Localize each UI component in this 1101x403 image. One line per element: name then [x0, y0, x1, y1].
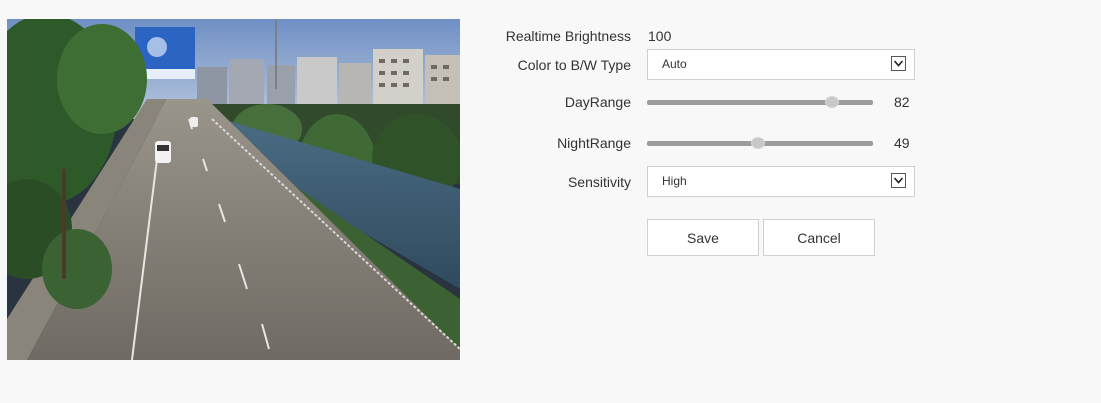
night-range-label: NightRange	[557, 135, 631, 151]
night-range-thumb[interactable]	[750, 137, 765, 149]
day-range-slider[interactable]	[647, 96, 873, 108]
night-range-row: NightRange 49	[460, 126, 960, 160]
night-range-value: 49	[894, 135, 910, 151]
street-scene-image	[7, 19, 460, 360]
color-bw-type-label: Color to B/W Type	[517, 57, 631, 73]
day-range-thumb[interactable]	[825, 96, 840, 108]
color-bw-type-row: Color to B/W Type Auto	[460, 48, 960, 82]
day-range-label: DayRange	[564, 94, 631, 110]
night-range-slider[interactable]	[647, 137, 873, 149]
sensitivity-row: Sensitivity High	[460, 165, 960, 199]
cancel-button[interactable]: Cancel	[763, 219, 875, 256]
sensitivity-select[interactable]: High	[647, 166, 915, 197]
color-bw-type-select[interactable]: Auto	[647, 49, 915, 80]
chevron-down-icon[interactable]	[891, 173, 906, 188]
save-button[interactable]: Save	[647, 219, 759, 256]
chevron-down-icon[interactable]	[891, 56, 906, 71]
sensitivity-selected: High	[662, 174, 687, 188]
live-video-preview	[7, 19, 460, 360]
day-range-value: 82	[894, 94, 910, 110]
color-bw-type-selected: Auto	[662, 57, 687, 71]
day-range-track[interactable]	[647, 100, 873, 105]
sensitivity-label: Sensitivity	[567, 174, 631, 190]
day-range-row: DayRange 82	[460, 85, 960, 119]
